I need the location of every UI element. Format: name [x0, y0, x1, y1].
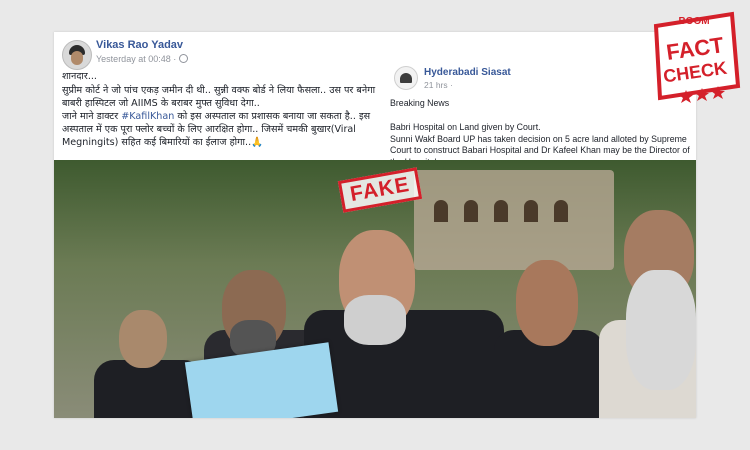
- globe-icon: [179, 54, 189, 63]
- person-far-right-beard: [626, 270, 696, 390]
- breaking-news-label: Breaking News: [390, 98, 450, 108]
- boom-brand: BOOM: [678, 16, 709, 27]
- shared-headline: Babri Hospital on Land given by Court.: [390, 122, 541, 132]
- avatar[interactable]: [62, 40, 92, 70]
- post-text-line1: शानदार...: [62, 71, 97, 82]
- building-window: [434, 200, 448, 222]
- shared-timestamp[interactable]: 21 hrs ·: [424, 80, 453, 90]
- person-center-beard: [344, 295, 406, 345]
- building-window: [524, 200, 538, 222]
- timestamp-text[interactable]: Yesterday at 00:48 ·: [96, 54, 176, 64]
- facebook-post-left: Vikas Rao Yadav Yesterday at 00:48 · शान…: [54, 32, 384, 162]
- building-window: [494, 200, 508, 222]
- page-name[interactable]: Hyderabadi Siasat: [424, 67, 511, 78]
- screenshot-card: Vikas Rao Yadav Yesterday at 00:48 · शान…: [54, 32, 696, 418]
- author-name[interactable]: Vikas Rao Yadav: [96, 39, 183, 51]
- post-text-line3a: जाने माने डाक्टर: [62, 111, 122, 122]
- post-text-line3: जाने माने डाक्टर #KafilKhan को इस अस्पता…: [62, 110, 382, 149]
- post-timestamp: Yesterday at 00:48 ·: [96, 54, 189, 64]
- fact-check-badge: BOOM FACT CHECK: [653, 11, 741, 103]
- hashtag-link[interactable]: #KafilKhan: [121, 111, 174, 122]
- person-far-left-head: [119, 310, 167, 368]
- person-right-head: [516, 260, 578, 346]
- page-logo[interactable]: [394, 66, 418, 90]
- post-text-line2: सुप्रीम कोर्ट ने जो पांच एकड़ जमीन दी थी…: [62, 85, 376, 109]
- building-window: [554, 200, 568, 222]
- building-window: [464, 200, 478, 222]
